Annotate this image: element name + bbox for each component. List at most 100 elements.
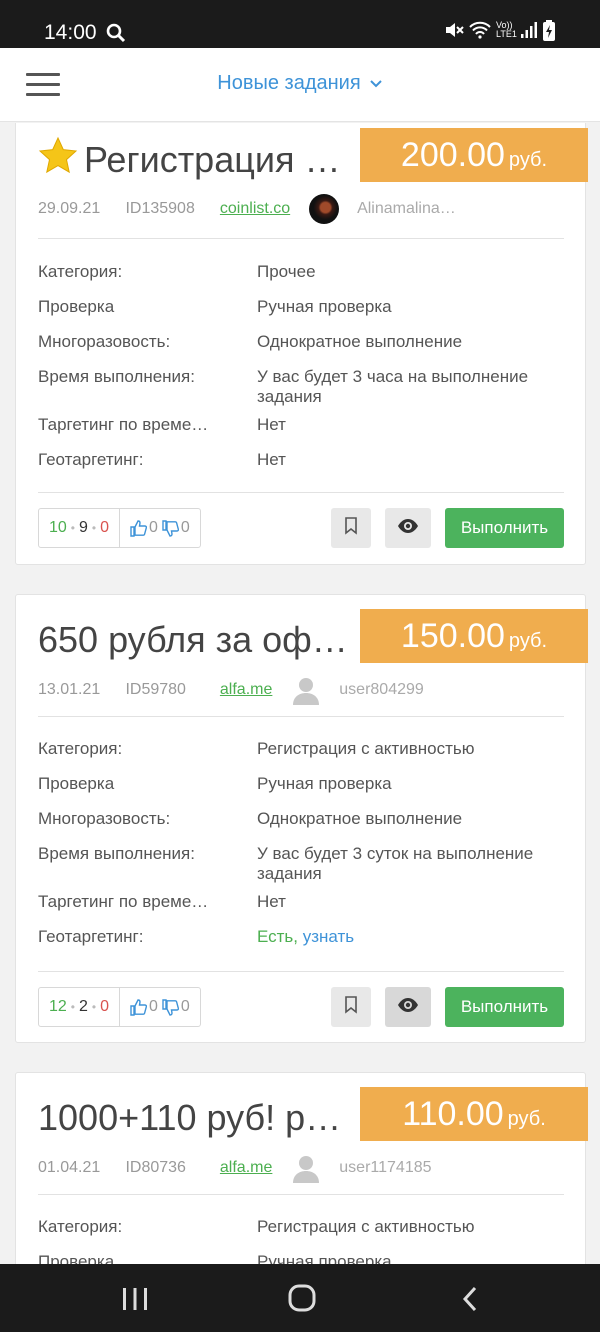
divider (38, 492, 564, 493)
stat-done: 10 (49, 519, 67, 536)
task-title[interactable]: Регистрация … (38, 136, 358, 185)
value-time-targeting: Нет (257, 415, 286, 434)
label-multiplicity: Многоразовость: (38, 332, 171, 351)
home-icon[interactable] (288, 1284, 316, 1317)
value-multiplicity: Однократное выполнение (257, 332, 463, 351)
divider (38, 1194, 564, 1195)
wifi-icon (468, 20, 492, 45)
task-author[interactable]: Alinamalina… (357, 194, 456, 224)
task-properties: Категория: Регистрация с активностью Пров… (38, 1217, 568, 1264)
bookmark-button[interactable] (331, 508, 371, 548)
avatar[interactable] (291, 675, 321, 705)
label-category: Категория: (38, 739, 123, 758)
label-time-targeting: Таргетинг по време… (38, 892, 209, 911)
avatar[interactable] (308, 194, 339, 224)
divider (38, 716, 564, 717)
task-stats: 10 • 9 • 0 0 0 (38, 508, 201, 548)
like-count: 0 (149, 998, 158, 1015)
recent-apps-icon[interactable] (121, 1287, 149, 1316)
price-badge: 110.00 руб. (360, 1087, 588, 1141)
task-author[interactable]: user804299 (339, 675, 424, 705)
stat-done: 12 (49, 998, 67, 1015)
task-site-link[interactable]: coinlist.co (220, 194, 290, 224)
thumbs-up-icon[interactable] (130, 998, 148, 1016)
dislike-count: 0 (180, 519, 190, 536)
task-card: 650 рубля за оф… 150.00 руб. 13.01.21 ID5… (15, 594, 588, 1043)
network-label: Vo)) LTE1 (496, 20, 517, 39)
value-time-targeting: Нет (257, 892, 286, 911)
like-count: 0 (149, 519, 158, 536)
status-time: 14:00 (44, 21, 97, 44)
task-id: ID59780 (125, 681, 186, 698)
eye-icon (397, 518, 419, 539)
signal-icon (520, 20, 538, 45)
task-title[interactable]: 1000+110 руб! р… (38, 1097, 358, 1139)
task-properties: Категория: Прочее Проверка Ручная проверка… (38, 262, 568, 485)
task-title[interactable]: 650 рубля за оф… (38, 619, 358, 661)
task-card: 1000+110 руб! р… 110.00 руб. 01.04.21 ID8… (15, 1072, 588, 1264)
dislike-count: 0 (180, 998, 190, 1015)
stat-pending: 2 (79, 998, 88, 1015)
label-geo-targeting: Геотаргетинг: (38, 450, 144, 469)
thumbs-down-icon[interactable] (162, 998, 179, 1016)
task-list: Регистрация … 200.00 руб. 29.09.21 ID1359… (0, 123, 600, 1264)
rating-stats: 0 0 (119, 988, 200, 1026)
task-meta: 01.04.21 ID80736 alfa.me user1174185 (38, 1153, 432, 1183)
label-category: Категория: (38, 1217, 123, 1236)
value-multiplicity: Однократное выполнение (257, 809, 463, 828)
star-icon (38, 136, 78, 185)
page-title: Новые задания (217, 72, 361, 94)
task-site-link[interactable]: alfa.me (220, 675, 272, 705)
divider (38, 238, 564, 239)
value-geo-targeting: Есть, узнать (257, 927, 355, 946)
bookmark-icon (344, 995, 358, 1019)
label-check: Проверка (38, 774, 115, 793)
stat-pending: 9 (79, 519, 88, 536)
bookmark-icon (344, 516, 358, 540)
task-properties: Категория: Регистрация с активностью Пров… (38, 739, 568, 962)
search-icon (106, 23, 126, 48)
task-id: ID80736 (125, 1159, 186, 1176)
value-check: Ручная проверка (257, 774, 392, 793)
battery-icon (542, 20, 556, 47)
mute-icon (444, 20, 464, 45)
view-button[interactable] (385, 508, 431, 548)
completion-stats: 10 • 9 • 0 (49, 519, 110, 536)
stat-rejected: 0 (100, 519, 110, 536)
task-date: 29.09.21 (38, 200, 101, 217)
thumbs-up-icon[interactable] (130, 519, 148, 537)
label-time-targeting: Таргетинг по време… (38, 415, 209, 434)
app-header: Новые задания (0, 48, 600, 122)
run-task-button[interactable]: Выполнить (445, 508, 564, 548)
divider (38, 971, 564, 972)
task-author[interactable]: user1174185 (339, 1153, 431, 1183)
system-nav-bar (0, 1264, 600, 1332)
price-badge: 150.00 руб. (360, 609, 588, 663)
eye-icon (397, 997, 419, 1018)
task-site-link[interactable]: alfa.me (220, 1153, 272, 1183)
view-button[interactable] (385, 987, 431, 1027)
value-check: Ручная проверка (257, 297, 392, 316)
avatar[interactable] (291, 1153, 321, 1183)
task-stats: 12 • 2 • 0 0 0 (38, 987, 201, 1027)
thumbs-down-icon[interactable] (162, 519, 179, 537)
run-task-button[interactable]: Выполнить (445, 987, 564, 1027)
label-duration: Время выполнения: (38, 367, 195, 386)
value-check: Ручная проверка (257, 1252, 392, 1264)
task-card: Регистрация … 200.00 руб. 29.09.21 ID1359… (15, 123, 588, 565)
label-multiplicity: Многоразовость: (38, 809, 171, 828)
label-check: Проверка (38, 297, 115, 316)
value-duration: У вас будет 3 часа на выполнение задания (257, 367, 529, 406)
bookmark-button[interactable] (331, 987, 371, 1027)
geo-targeting-link[interactable]: узнать (303, 927, 354, 946)
chevron-down-icon (369, 72, 383, 95)
status-bar: 14:00 Vo)) LTE1 (0, 0, 600, 48)
page-title-dropdown[interactable]: Новые задания (0, 72, 600, 95)
label-geo-targeting: Геотаргетинг: (38, 927, 144, 946)
back-icon[interactable] (460, 1285, 480, 1318)
label-check: Проверка (38, 1252, 115, 1264)
value-duration: У вас будет 3 суток на выполнение задани… (257, 844, 534, 883)
task-meta: 13.01.21 ID59780 alfa.me user804299 (38, 675, 424, 705)
value-geo-targeting: Нет (257, 450, 286, 469)
rating-stats: 0 0 (119, 509, 200, 547)
